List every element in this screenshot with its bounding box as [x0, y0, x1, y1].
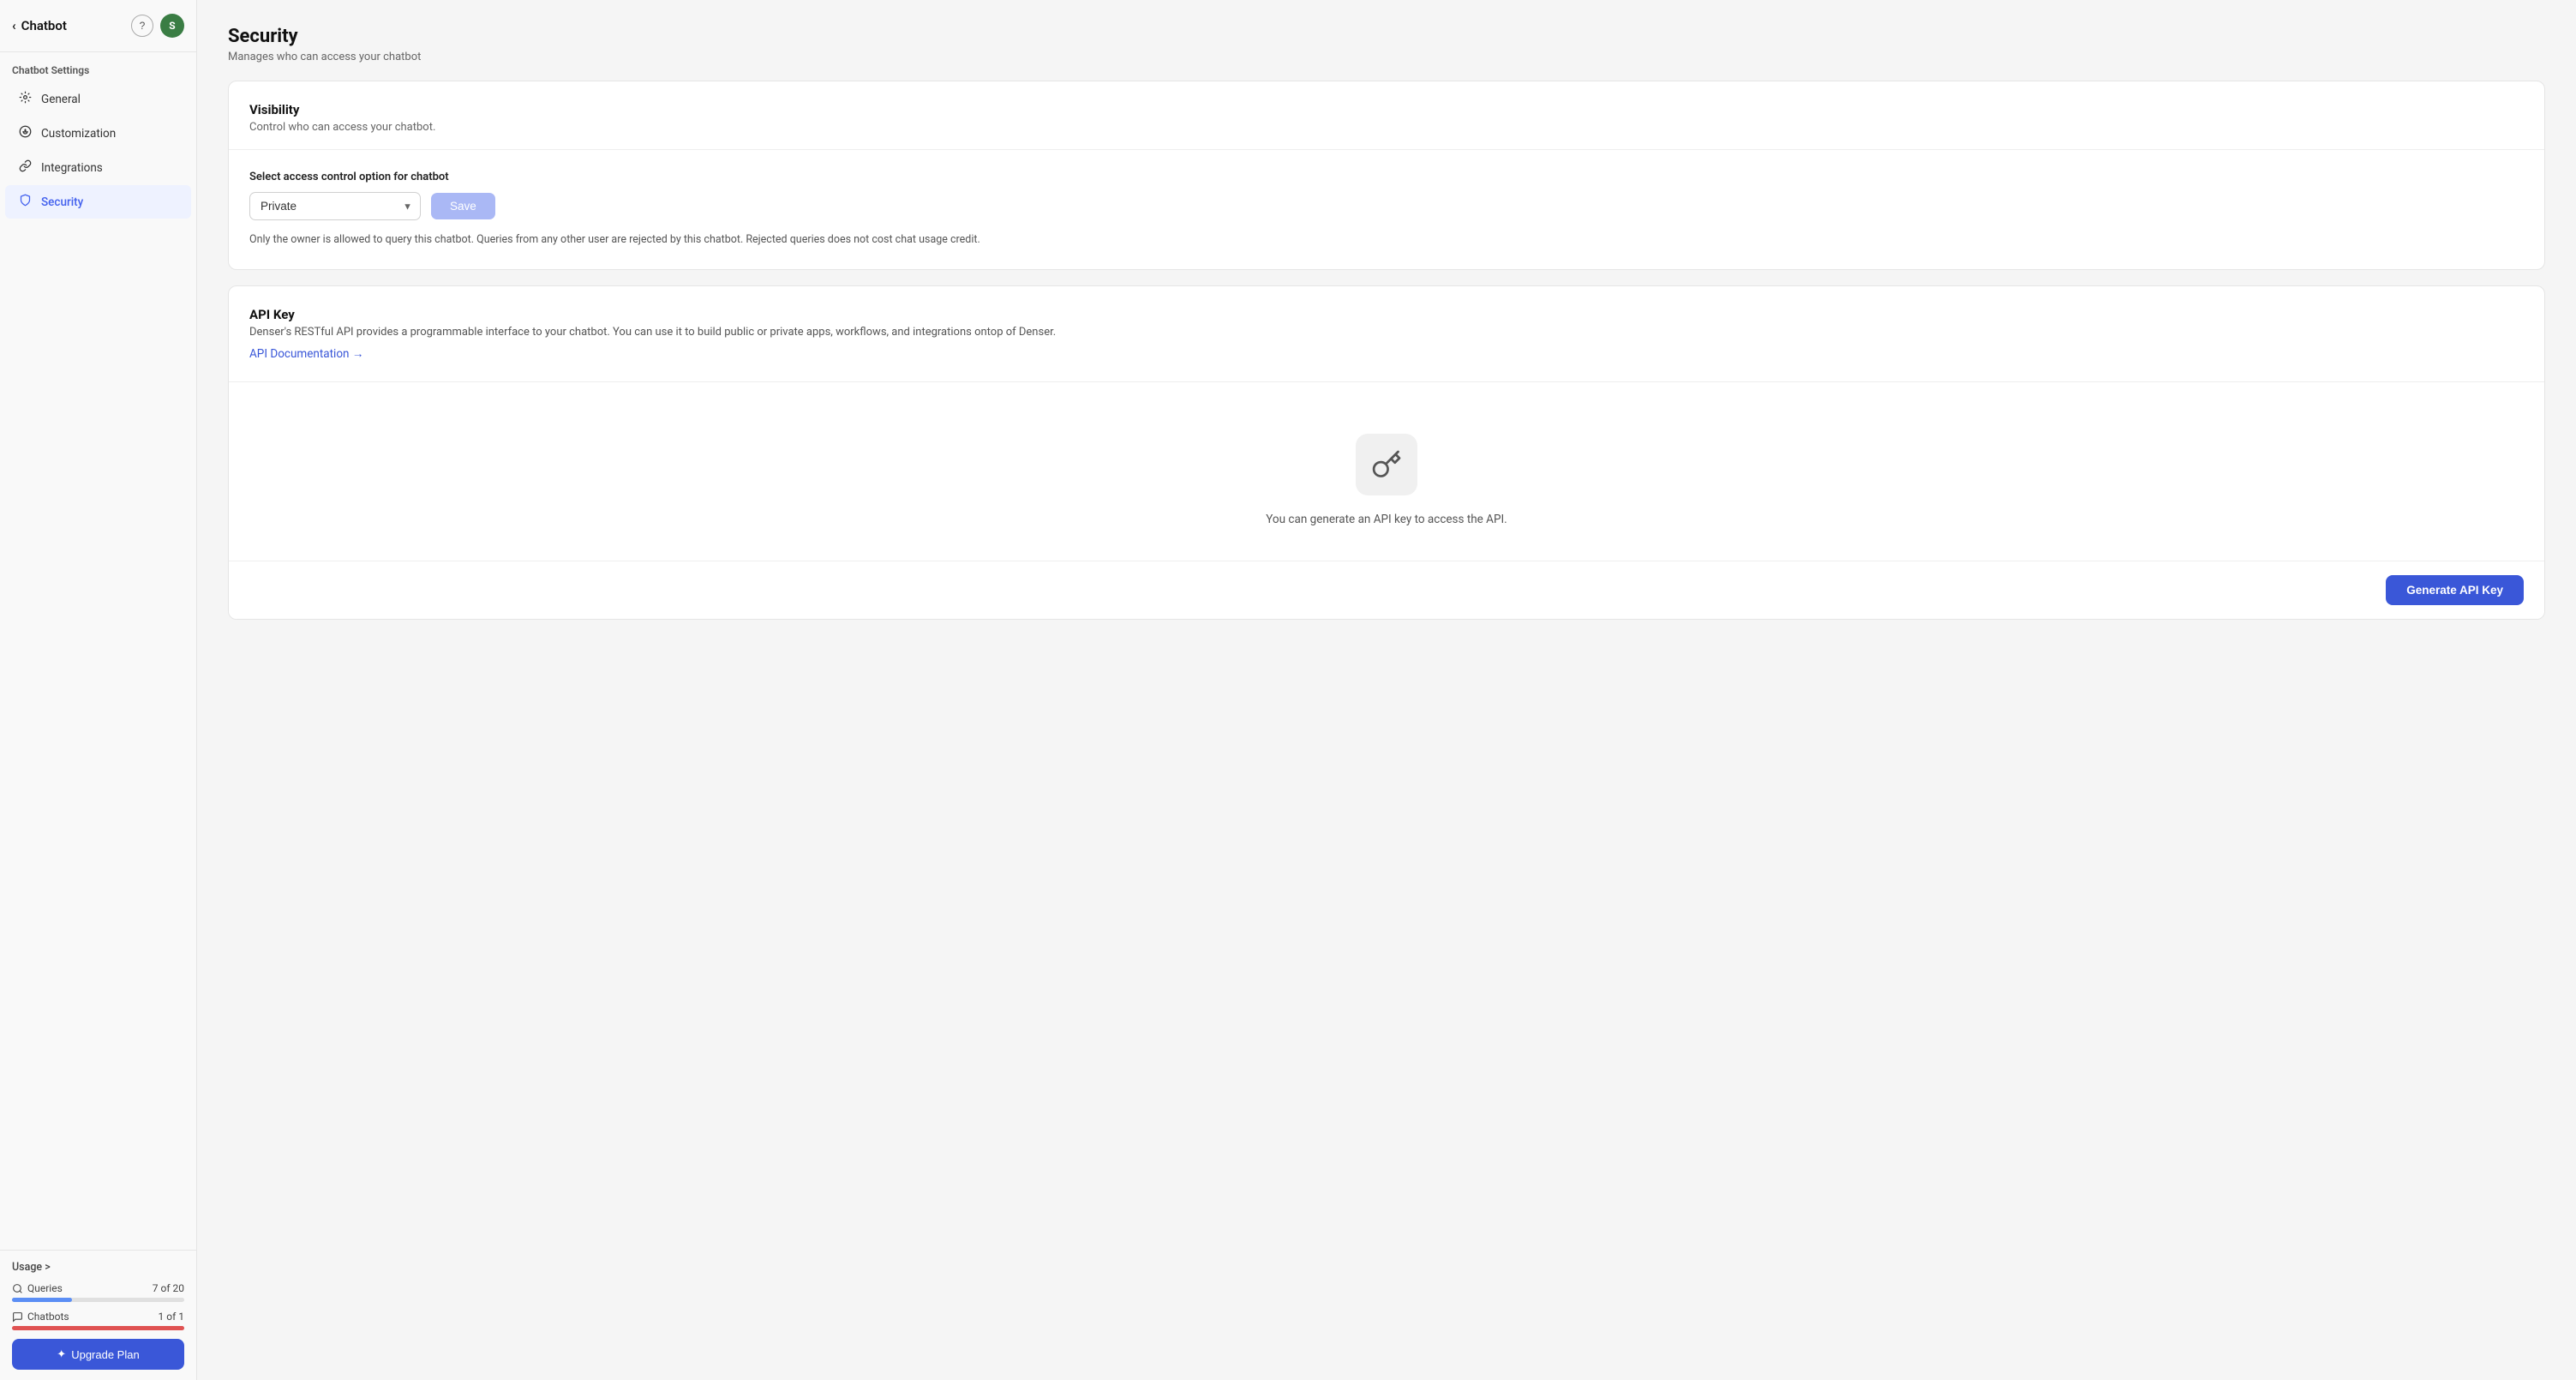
help-button[interactable]: ? [131, 15, 153, 37]
api-key-card: API Key Denser's RESTful API provides a … [228, 285, 2545, 620]
sidebar-header: ‹ Chatbot ? S [0, 0, 196, 52]
queries-label: Queries [12, 1282, 63, 1294]
upgrade-label: Upgrade Plan [71, 1348, 140, 1361]
avatar[interactable]: S [160, 14, 184, 38]
access-control-select[interactable]: Private Public Password Protected [249, 192, 421, 220]
queries-count: 7 of 20 [153, 1282, 184, 1294]
page-title: Security [228, 26, 2545, 47]
integrations-icon [17, 159, 33, 176]
generate-btn-row: Generate API Key [229, 561, 2544, 619]
customization-icon [17, 125, 33, 141]
sidebar-item-security-label: Security [41, 195, 83, 209]
usage-chatbots-row: Chatbots 1 of 1 [12, 1311, 184, 1323]
visibility-card: Visibility Control who can access your c… [228, 81, 2545, 270]
usage-queries-row: Queries 7 of 20 [12, 1282, 184, 1294]
chatbots-count: 1 of 1 [159, 1311, 184, 1323]
sidebar-item-general[interactable]: General [5, 82, 191, 116]
sidebar-item-integrations[interactable]: Integrations [5, 151, 191, 184]
api-empty-text: You can generate an API key to access th… [1266, 513, 1507, 526]
queries-bar-fill [12, 1298, 72, 1302]
sidebar-item-general-label: General [41, 93, 81, 106]
chatbots-bar-fill [12, 1326, 184, 1330]
api-doc-link[interactable]: API Documentation → [249, 347, 363, 361]
sidebar-item-security[interactable]: Security [5, 185, 191, 219]
api-key-card-body: You can generate an API key to access th… [229, 382, 2544, 561]
api-key-description: Denser's RESTful API provides a programm… [249, 326, 2524, 339]
header-icons: ? S [131, 14, 184, 38]
queries-icon [12, 1283, 23, 1294]
chatbots-bar-bg [12, 1326, 184, 1330]
visibility-info-text: Only the owner is allowed to query this … [249, 232, 2524, 249]
main-content: Security Manages who can access your cha… [197, 0, 2576, 1380]
chatbots-icon [12, 1311, 23, 1323]
sidebar-item-integrations-label: Integrations [41, 161, 103, 175]
access-control-label: Select access control option for chatbot [249, 171, 2524, 183]
api-key-title: API Key [249, 307, 2524, 322]
upgrade-icon: ✦ [57, 1347, 66, 1361]
sidebar-nav: Chatbot Settings General Customization [0, 52, 196, 1250]
sidebar-item-customization[interactable]: Customization [5, 117, 191, 150]
sidebar-section-title: Chatbot Settings [0, 52, 196, 81]
upgrade-plan-button[interactable]: ✦ Upgrade Plan [12, 1339, 184, 1370]
visibility-card-title: Visibility [249, 102, 2524, 117]
key-icon [1371, 449, 1402, 480]
back-button[interactable]: ‹ Chatbot [12, 18, 67, 33]
usage-title[interactable]: Usage > [12, 1261, 184, 1274]
api-key-card-header: API Key Denser's RESTful API provides a … [229, 286, 2544, 382]
key-icon-box [1356, 434, 1417, 495]
back-arrow-icon: ‹ [12, 18, 16, 33]
security-icon [17, 194, 33, 210]
visibility-card-subtitle: Control who can access your chatbot. [249, 121, 2524, 134]
general-icon [17, 91, 33, 107]
sidebar-bottom: Usage > Queries 7 of 20 Chatbots 1 of 1 [0, 1250, 196, 1380]
sidebar-item-customization-label: Customization [41, 127, 116, 141]
back-label: Chatbot [21, 18, 67, 33]
generate-api-key-button[interactable]: Generate API Key [2386, 575, 2524, 605]
access-control-row: Private Public Password Protected ▼ Save [249, 192, 2524, 220]
queries-bar-bg [12, 1298, 184, 1302]
visibility-divider [229, 149, 2544, 150]
sidebar: ‹ Chatbot ? S Chatbot Settings General [0, 0, 197, 1380]
save-button[interactable]: Save [431, 193, 495, 219]
access-control-select-wrapper: Private Public Password Protected ▼ [249, 192, 421, 220]
chatbots-label: Chatbots [12, 1311, 69, 1323]
page-subtitle: Manages who can access your chatbot [228, 51, 2545, 63]
